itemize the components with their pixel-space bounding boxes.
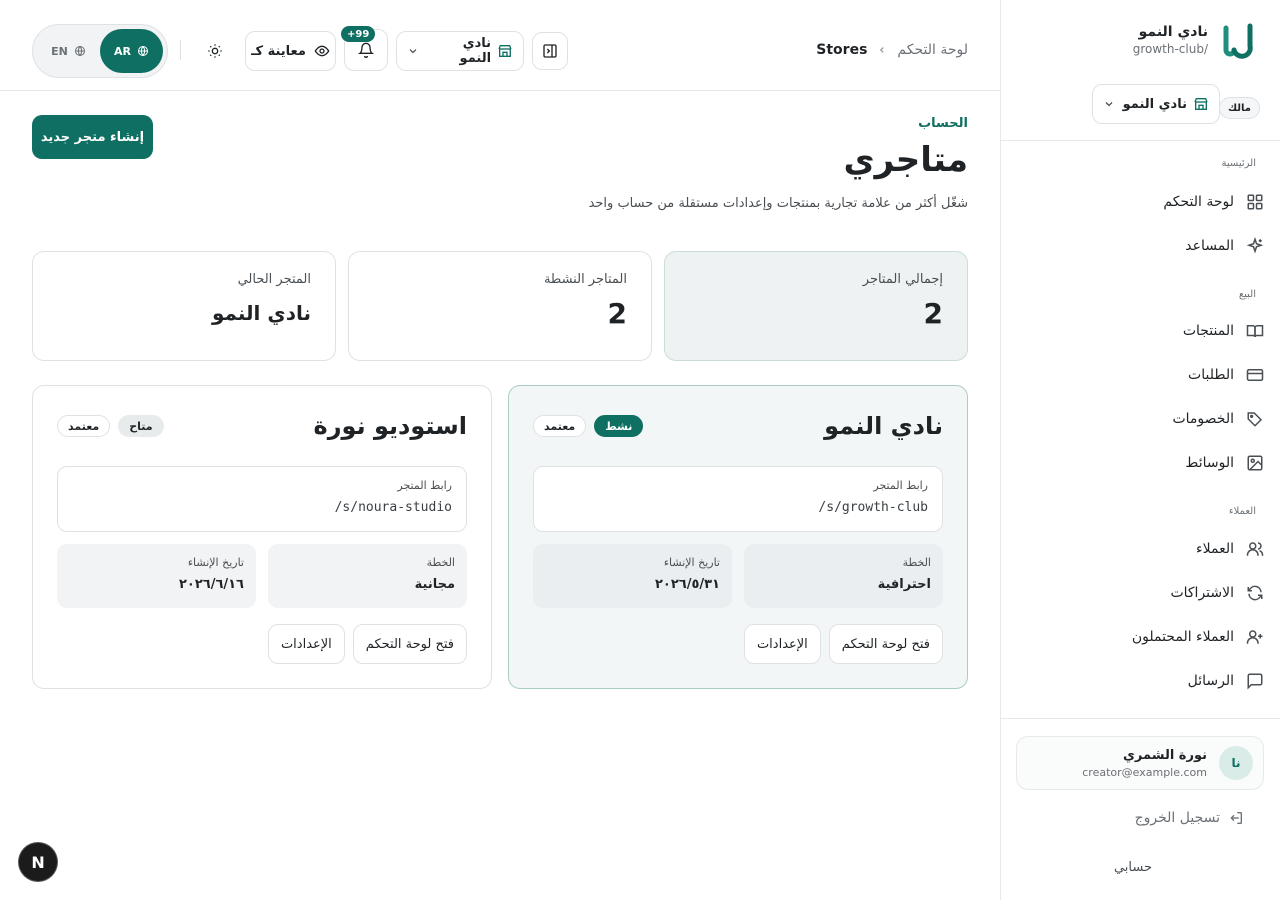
store-icon	[1194, 98, 1208, 110]
chevron-down-icon	[1105, 102, 1113, 107]
page-eyebrow: الحساب	[918, 116, 968, 131]
lang-ar-option[interactable]: AR	[100, 29, 163, 73]
users-icon	[1246, 540, 1264, 558]
chevron-left-icon	[877, 45, 887, 55]
sidebar-item-orders[interactable]: الطلبات	[1024, 357, 1264, 393]
settings-button[interactable]: الإعدادات	[743, 624, 821, 664]
logout-icon	[1230, 812, 1242, 824]
brand-slug: growth-club/	[1132, 42, 1208, 56]
store-name: نادي النمو	[824, 412, 943, 440]
nav-section-customers: العملاء	[1228, 506, 1256, 517]
notification-count-badge: +99	[341, 26, 376, 42]
breadcrumb-current: Stores	[816, 42, 868, 58]
user-card[interactable]: نا نورة الشمري creator@example.com	[1016, 736, 1264, 790]
sidebar-divider	[1001, 140, 1280, 141]
sidebar-item-clients[interactable]: العملاء	[1024, 531, 1264, 567]
message-square-icon	[1246, 672, 1264, 690]
status-badge: متاح	[118, 415, 164, 437]
sidebar-store-switcher[interactable]: نادي النمو	[1092, 84, 1220, 124]
stat-value: 2	[923, 297, 943, 330]
breadcrumb-root[interactable]: لوحة التحكم	[897, 42, 968, 58]
store-link-box: رابط المتجر /s/growth-club	[533, 466, 943, 532]
page-subtitle: شغّل أكثر من علامة تجارية بمنتجات وإعداد…	[588, 196, 968, 211]
sidebar-item-subscriptions[interactable]: الاشتراكات	[1024, 575, 1264, 611]
avatar: نا	[1219, 746, 1253, 780]
sidebar-toggle-button[interactable]	[532, 32, 568, 70]
topbar: لوحة التحكم Stores نادي النمو +99 معاينة…	[0, 0, 1000, 91]
logout-button[interactable]: تسجيل الخروج	[1135, 810, 1244, 826]
stat-value: 2	[607, 297, 627, 330]
my-account-link[interactable]: حسابي	[1114, 860, 1152, 875]
sidebar-item-dashboard[interactable]: لوحة التحكم	[1024, 184, 1264, 220]
stat-card-active: المتاجر النشطة 2	[348, 251, 652, 361]
tags-icon	[1246, 410, 1264, 428]
preview-as-button[interactable]: معاينة كـ	[245, 31, 336, 71]
user-email: creator@example.com	[1082, 765, 1207, 779]
status-badge: نشط	[594, 415, 644, 437]
owner-badge: مالك	[1218, 97, 1260, 119]
panel-toggle-icon	[543, 44, 557, 58]
open-dashboard-button[interactable]: فتح لوحة التحكم	[352, 624, 467, 664]
store-name: استوديو نورة	[313, 412, 467, 440]
store-link-box: رابط المتجر /s/noura-studio	[57, 466, 467, 532]
store-card-growth-club: نادي النمو نشط معتمد رابط المتجر /s/grow…	[508, 385, 968, 689]
user-name: نورة الشمري	[1123, 747, 1207, 763]
sidebar-item-messages[interactable]: الرسائل	[1024, 663, 1264, 699]
sparkles-icon	[1246, 237, 1264, 255]
store-icon	[498, 45, 512, 57]
sidebar-divider-bottom	[1001, 718, 1280, 719]
store-plan: الخطة احترافية	[744, 544, 943, 608]
dev-tools-badge[interactable]: N	[19, 843, 57, 881]
topbar-divider	[180, 40, 181, 60]
refresh-icon	[1246, 584, 1264, 602]
breadcrumb: لوحة التحكم Stores	[816, 42, 968, 58]
sidebar-item-assistant[interactable]: المساعد	[1024, 228, 1264, 264]
open-dashboard-button[interactable]: فتح لوحة التحكم	[828, 624, 943, 664]
eye-icon	[314, 45, 330, 57]
book-icon	[1246, 322, 1264, 340]
approval-badge: معتمد	[533, 415, 587, 437]
stat-card-total: إجمالي المتاجر 2	[664, 251, 968, 361]
credit-card-icon	[1246, 366, 1264, 384]
store-link[interactable]: /s/noura-studio	[72, 500, 452, 515]
nav-section-main: الرئيسية	[1221, 158, 1256, 169]
images-icon	[1246, 454, 1264, 472]
user-plus-icon	[1246, 628, 1264, 646]
store-plan: الخطة مجانية	[268, 544, 467, 608]
page-title: متاجري	[843, 140, 968, 180]
sun-icon	[208, 44, 222, 58]
sidebar: نادي النمو growth-club/ نادي النمو مالك …	[1000, 0, 1280, 900]
sidebar-store-name: نادي النمو	[1122, 96, 1187, 112]
sidebar-item-products[interactable]: المنتجات	[1024, 313, 1264, 349]
lang-en-option[interactable]: EN	[37, 29, 100, 73]
language-toggle: EN AR	[32, 24, 168, 78]
grid-icon	[1246, 193, 1264, 211]
globe-icon	[137, 46, 148, 56]
store-link[interactable]: /s/growth-club	[548, 500, 928, 515]
sidebar-item-discounts[interactable]: الخصومات	[1024, 401, 1264, 437]
nav-section-sales: البيع	[1238, 289, 1256, 300]
brand-logo-icon	[1220, 20, 1256, 60]
create-store-button[interactable]: إنشاء متجر جديد	[32, 115, 153, 159]
store-select-label: نادي النمو	[459, 36, 492, 66]
approval-badge: معتمد	[57, 415, 111, 437]
stat-value: نادي النمو	[211, 301, 311, 325]
bell-icon	[358, 42, 374, 58]
settings-button[interactable]: الإعدادات	[267, 624, 345, 664]
sidebar-item-media[interactable]: الوسائط	[1024, 445, 1264, 481]
store-created-date: تاريخ الإنشاء ٢٠٢٦/٥/٣١	[533, 544, 732, 608]
store-created-date: تاريخ الإنشاء ٢٠٢٦/٦/١٦	[57, 544, 256, 608]
brand[interactable]: نادي النمو growth-club/	[1133, 20, 1256, 60]
globe-icon	[74, 46, 85, 56]
store-card-noura-studio: استوديو نورة متاح معتمد رابط المتجر /s/n…	[32, 385, 492, 689]
stat-card-current: المتجر الحالي نادي النمو	[32, 251, 336, 361]
brand-name: نادي النمو	[1138, 24, 1208, 40]
chevron-down-icon	[409, 49, 417, 54]
theme-toggle-button[interactable]	[200, 40, 230, 62]
store-select[interactable]: نادي النمو	[396, 31, 524, 71]
sidebar-item-leads[interactable]: العملاء المحتملون	[1024, 619, 1264, 655]
